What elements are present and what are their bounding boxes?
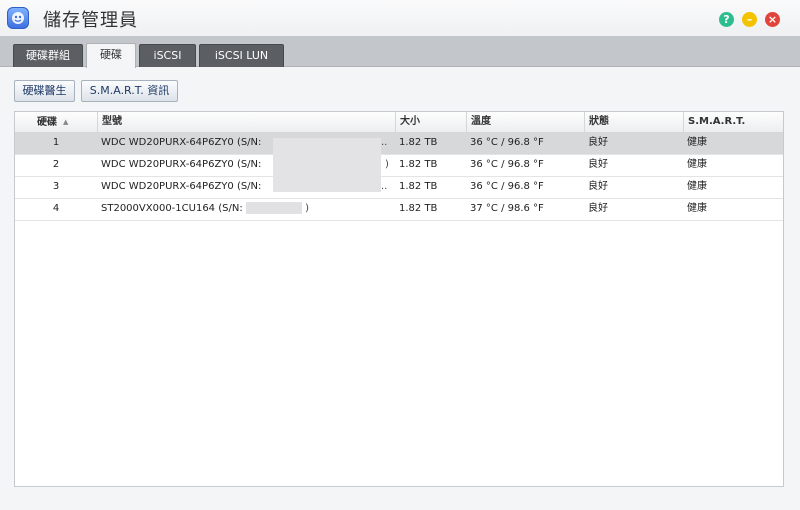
help-button[interactable]: ? [719, 12, 734, 27]
disk-smart: 健康 [687, 137, 707, 148]
window-title: 儲存管理員 [43, 10, 138, 31]
disk-size: 1.82 TB [399, 159, 438, 170]
tab-iscsi-lun[interactable]: iSCSI LUN [199, 44, 284, 67]
disk-smart: 健康 [687, 203, 707, 214]
help-icon: ? [723, 13, 730, 26]
disk-number: 4 [52, 203, 60, 214]
table-row[interactable]: 4 ST2000VX000-1CU164 (S/N: ) 1.82 TB 37 … [15, 198, 783, 221]
tab-iscsi[interactable]: iSCSI [139, 44, 196, 67]
disk-smart: 健康 [687, 181, 707, 192]
disk-number: 2 [52, 159, 60, 170]
close-button[interactable]: × [765, 12, 780, 27]
disk-smart: 健康 [687, 159, 707, 170]
disk-status: 良好 [588, 203, 608, 214]
disk-size: 1.82 TB [399, 137, 438, 148]
disk-temperature: 36 °C / 96.8 °F [470, 137, 544, 148]
serial-redaction [273, 138, 381, 192]
smart-info-button[interactable]: S.M.A.R.T. 資訊 [81, 80, 178, 102]
tab-bar: 硬碟群組 硬碟 iSCSI iSCSI LUN [0, 36, 800, 68]
storage-manager-window: 儲存管理員 ? – × 硬碟群組 硬碟 iSCSI iSCSI LUN 硬碟醫生… [0, 0, 800, 510]
column-header-temperature[interactable]: 溫度 [466, 112, 584, 132]
tab-disks[interactable]: 硬碟 [86, 43, 136, 68]
disk-size: 1.82 TB [399, 203, 438, 214]
title-bar: 儲存管理員 ? – × [0, 0, 800, 36]
minimize-button[interactable]: – [742, 12, 757, 27]
tab-disk-groups[interactable]: 硬碟群組 [13, 44, 83, 67]
column-header-size[interactable]: 大小 [395, 112, 466, 132]
column-header-smart[interactable]: S.M.A.R.T. [683, 112, 783, 132]
column-header-status[interactable]: 狀態 [584, 112, 683, 132]
disk-doctor-button[interactable]: 硬碟醫生 [14, 80, 75, 102]
disk-temperature: 37 °C / 98.6 °F [470, 203, 544, 214]
minimize-icon: – [746, 13, 753, 26]
table-row[interactable]: 3 WDC WD20PURX-64P6ZY0 (S/N:.. 1.82 TB 3… [15, 176, 783, 199]
app-icon [7, 7, 29, 29]
column-header-model[interactable]: 型號 [97, 112, 395, 132]
table-header: 硬碟 ▲ 型號 大小 溫度 狀態 S.M.A.R.T. [15, 112, 783, 133]
disk-status: 良好 [588, 181, 608, 192]
disk-number: 1 [52, 137, 60, 148]
close-icon: × [767, 13, 778, 26]
table-row[interactable]: 2 WDC WD20PURX-64P6ZY0 (S/N:) 1.82 TB 36… [15, 154, 783, 177]
disk-status: 良好 [588, 159, 608, 170]
sort-ascending-icon: ▲ [63, 118, 69, 126]
disk-number: 3 [52, 181, 60, 192]
disk-size: 1.82 TB [399, 181, 438, 192]
disk-model: ST2000VX000-1CU164 (S/N: ) [101, 202, 309, 214]
table-row[interactable]: 1 WDC WD20PURX-64P6ZY0 (S/N:.. 1.82 TB 3… [15, 132, 783, 155]
disk-status: 良好 [588, 137, 608, 148]
disk-temperature: 36 °C / 96.8 °F [470, 159, 544, 170]
disk-table: 硬碟 ▲ 型號 大小 溫度 狀態 S.M.A.R.T. 1 WDC WD20PUR… [14, 111, 784, 487]
column-header-disk[interactable]: 硬碟 ▲ [15, 112, 97, 132]
serial-redaction [245, 202, 302, 214]
disk-temperature: 36 °C / 96.8 °F [470, 181, 544, 192]
